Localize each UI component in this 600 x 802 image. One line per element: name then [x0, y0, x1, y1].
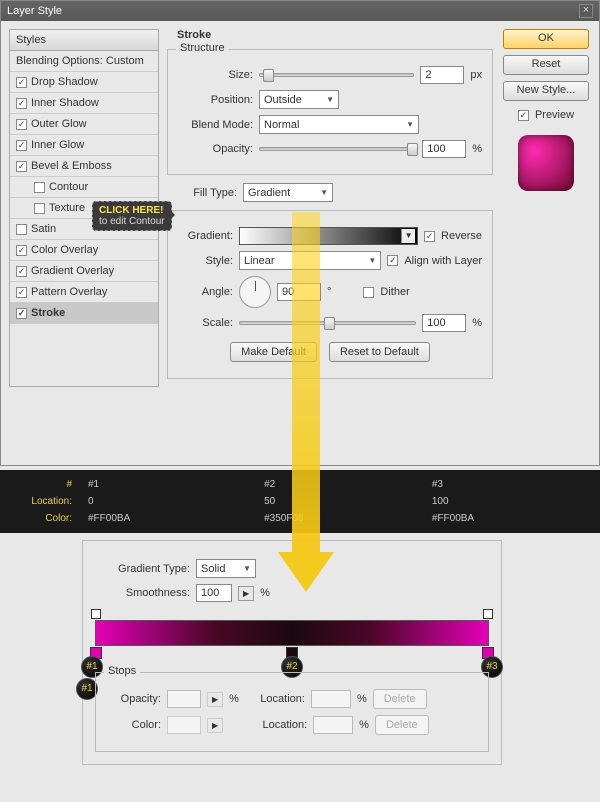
opacity-input[interactable]	[422, 140, 466, 158]
effect-checkbox[interactable]	[34, 182, 45, 193]
gradient-style-select[interactable]: Linear▼	[239, 251, 381, 270]
delete-button: Delete	[373, 689, 427, 709]
filltype-select[interactable]: Gradient▼	[243, 183, 333, 202]
opacity-stop[interactable]	[483, 609, 493, 619]
make-default-button[interactable]: Make Default	[230, 342, 317, 362]
tutorial-callout: CLICK HERE! to edit Contour	[92, 201, 172, 231]
position-select[interactable]: Outside▼	[259, 90, 339, 109]
layer-style-dialog: Layer Style × Styles Blending Options: C…	[0, 0, 600, 466]
angle-dial[interactable]	[239, 276, 271, 308]
stop-location-input	[311, 690, 351, 708]
gradient-bar[interactable]	[95, 620, 489, 646]
preview-checkbox[interactable]	[518, 110, 529, 121]
effect-gradient-overlay[interactable]: Gradient Overlay	[10, 261, 158, 282]
angle-input[interactable]	[277, 283, 321, 301]
structure-group: Structure	[176, 42, 229, 54]
blendmode-select[interactable]: Normal▼	[259, 115, 419, 134]
dialog-buttons: OK Reset New Style... Preview	[501, 29, 591, 387]
gradient-editor: Gradient Type:Solid▼ Smoothness:▶% #1 #1…	[82, 540, 502, 765]
effect-checkbox[interactable]	[16, 140, 27, 151]
titlebar: Layer Style ×	[1, 1, 599, 21]
effect-checkbox[interactable]	[16, 287, 27, 298]
effect-drop-shadow[interactable]: Drop Shadow	[10, 72, 158, 93]
effect-checkbox[interactable]	[16, 161, 27, 172]
effect-color-overlay[interactable]: Color Overlay	[10, 240, 158, 261]
effect-checkbox[interactable]	[16, 245, 27, 256]
size-input[interactable]	[420, 66, 464, 84]
effect-checkbox[interactable]	[16, 77, 27, 88]
close-icon[interactable]: ×	[579, 4, 593, 18]
gradient-picker[interactable]: ▼	[239, 227, 418, 245]
gradient-type-select[interactable]: Solid▼	[196, 559, 256, 578]
effect-bevel-emboss[interactable]: Bevel & Emboss	[10, 156, 158, 177]
effect-checkbox[interactable]	[16, 119, 27, 130]
stop-opacity-input	[167, 690, 201, 708]
blending-options[interactable]: Blending Options: Custom	[10, 51, 158, 72]
effect-checkbox[interactable]	[16, 308, 27, 319]
dither-checkbox[interactable]	[363, 287, 374, 298]
effect-pattern-overlay[interactable]: Pattern Overlay	[10, 282, 158, 303]
effect-inner-shadow[interactable]: Inner Shadow	[10, 93, 158, 114]
size-slider[interactable]	[259, 73, 414, 77]
effect-inner-glow[interactable]: Inner Glow	[10, 135, 158, 156]
scale-input[interactable]	[422, 314, 466, 332]
effect-stroke[interactable]: Stroke	[10, 303, 158, 324]
effect-outer-glow[interactable]: Outer Glow	[10, 114, 158, 135]
reset-default-button[interactable]: Reset to Default	[329, 342, 430, 362]
ok-button[interactable]: OK	[503, 29, 589, 49]
section-title: Stroke	[177, 29, 493, 41]
effect-checkbox[interactable]	[34, 203, 45, 214]
styles-header[interactable]: Styles	[10, 30, 158, 51]
reset-button[interactable]: Reset	[503, 55, 589, 75]
stroke-settings: Stroke Structure Size:px Position:Outsid…	[167, 29, 493, 387]
reverse-checkbox[interactable]	[424, 231, 435, 242]
stop-location-input	[313, 716, 353, 734]
info-strip: ##1#2#3 Location:050100 Color:#FF00BA#35…	[0, 470, 600, 533]
effect-checkbox[interactable]	[16, 266, 27, 277]
align-checkbox[interactable]	[387, 255, 398, 266]
new-style-button[interactable]: New Style...	[503, 81, 589, 101]
opacity-stop[interactable]	[91, 609, 101, 619]
stop-color-swatch	[167, 716, 201, 734]
opacity-slider[interactable]	[259, 147, 416, 151]
delete-button: Delete	[375, 715, 429, 735]
effect-contour[interactable]: Contour	[10, 177, 158, 198]
chevron-down-icon[interactable]: ▼	[401, 229, 415, 243]
effect-checkbox[interactable]	[16, 98, 27, 109]
effect-checkbox[interactable]	[16, 224, 27, 235]
stops-group: Stops	[104, 665, 140, 677]
dialog-title: Layer Style	[7, 5, 62, 17]
chevron-right-icon[interactable]: ▶	[238, 586, 254, 601]
scale-slider[interactable]	[239, 321, 416, 325]
preview-swatch	[518, 135, 574, 191]
smoothness-input[interactable]	[196, 584, 232, 602]
